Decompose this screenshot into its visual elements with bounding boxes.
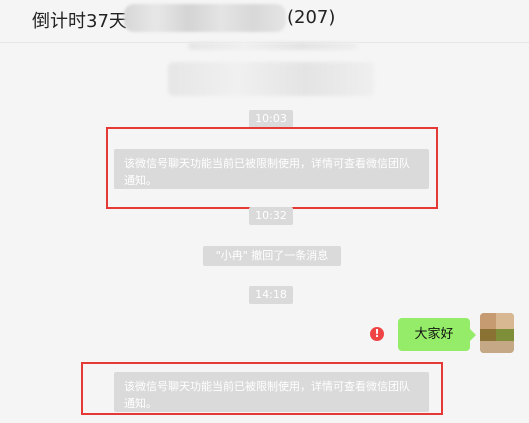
member-count: (207): [287, 7, 336, 28]
chat-title: 倒计时37天: [32, 11, 127, 32]
send-failed-icon[interactable]: !: [370, 327, 384, 341]
blurred-title-segment: [124, 4, 286, 32]
avatar[interactable]: [480, 313, 514, 353]
message-row: ! 大家好: [0, 313, 529, 353]
chat-header: 倒计时37天 (207): [0, 0, 529, 43]
message-bubble[interactable]: 大家好: [398, 318, 476, 351]
recall-notice: "小冉" 撤回了一条消息: [203, 246, 341, 266]
timestamp: 10:03: [249, 110, 293, 128]
blurred-message-top: [188, 42, 358, 50]
restriction-notice: 该微信号聊天功能当前已被限制使用，详情可查看微信团队通知。: [114, 372, 429, 412]
timestamp: 14:18: [249, 286, 293, 304]
timestamp: 10:32: [249, 207, 293, 225]
blurred-message-top: [168, 62, 374, 96]
restriction-notice: 该微信号聊天功能当前已被限制使用，详情可查看微信团队通知。: [114, 149, 429, 189]
